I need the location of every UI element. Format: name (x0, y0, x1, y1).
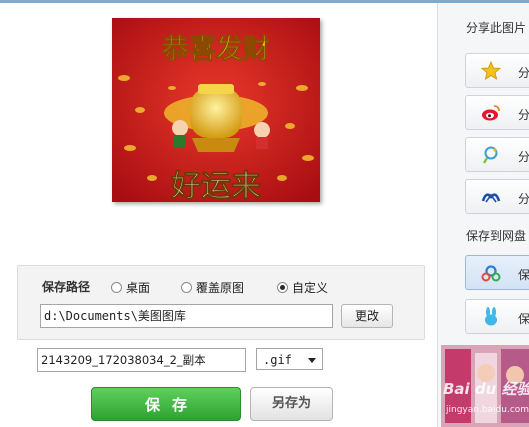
save-bunny-label: 保 (518, 312, 529, 326)
share-weibo-label: 分 (518, 108, 529, 122)
share-favorite-button[interactable]: 分 (465, 53, 529, 88)
qzone-icon (483, 146, 498, 164)
save-path-input[interactable]: d:\Documents\美图图库 (40, 304, 333, 328)
radio-custom[interactable]: 自定义 (277, 279, 328, 296)
share-favorite-label: 分 (518, 66, 529, 80)
share-qzone-button[interactable]: 分 (465, 137, 529, 172)
preview-top-text: 恭喜发财 (161, 33, 270, 65)
save-path-panel: 保存路径 桌面 覆盖原图 自定义 d:\Documents\美图图库 更改 (17, 265, 425, 340)
save-to-section-title: 保存到网盘 (466, 229, 527, 243)
cloud-icon (481, 265, 501, 282)
radio-overwrite-dot[interactable] (181, 282, 192, 293)
save-bunny-button[interactable]: 保 (465, 299, 529, 334)
save-cloud-label: 保 (518, 268, 529, 282)
preview-bottom-text: 好运来 (170, 169, 261, 202)
chevron-down-icon (308, 358, 316, 363)
radio-desktop-label: 桌面 (126, 281, 151, 295)
image-preview: 恭喜发财 好运来 (112, 18, 320, 202)
change-path-button[interactable]: 更改 (341, 304, 393, 328)
share-renren-button[interactable]: 分 (465, 179, 529, 214)
share-renren-label: 分 (518, 192, 529, 206)
share-weibo-button[interactable]: 分 (465, 95, 529, 130)
save-path-label: 保存路径 (42, 280, 91, 294)
star-icon (481, 61, 501, 80)
save-as-button[interactable]: 另存为 (250, 387, 333, 421)
file-name-input[interactable]: 2143209_172038034_2_副本 (37, 348, 246, 372)
share-qzone-label: 分 (518, 150, 529, 164)
file-format-select[interactable]: .gif (256, 348, 323, 370)
share-section-title: 分享此图片 (466, 21, 527, 35)
radio-overwrite-label: 覆盖原图 (196, 281, 245, 295)
preview-artwork: 恭喜发财 好运来 (112, 18, 320, 202)
radio-custom-dot[interactable] (277, 282, 288, 293)
watermark-logo: Bai du 经验 (443, 380, 529, 398)
watermark-url: jingyan.baidu.com (446, 405, 529, 415)
save-cloud-button[interactable]: 保 (465, 255, 529, 290)
save-button[interactable]: 保存 (91, 387, 241, 421)
radio-desktop-dot[interactable] (111, 282, 122, 293)
renren-icon (481, 193, 501, 203)
weibo-icon (482, 105, 500, 121)
bunny-icon (485, 307, 497, 326)
file-format-value: .gif (263, 353, 292, 367)
radio-overwrite[interactable]: 覆盖原图 (181, 279, 244, 296)
radio-desktop[interactable]: 桌面 (111, 279, 150, 296)
radio-custom-label: 自定义 (292, 281, 329, 295)
